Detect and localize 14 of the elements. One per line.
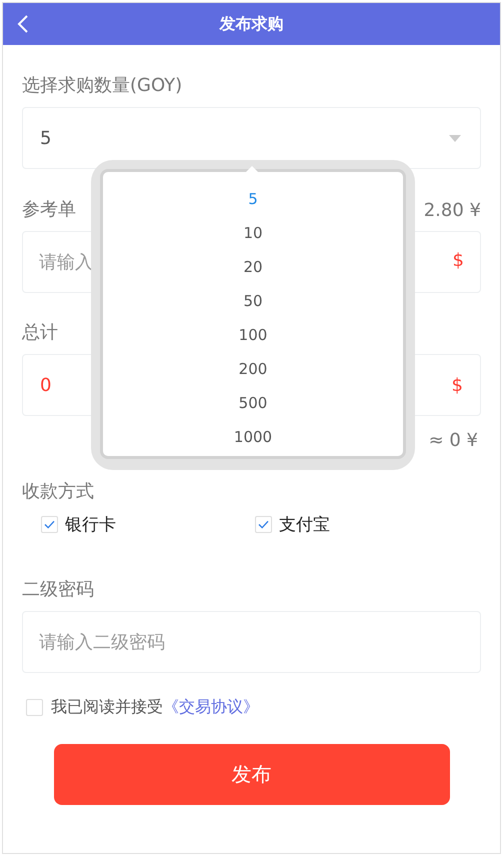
checkbox-label: 支付宝 [279,514,330,536]
checkbox-label: 银行卡 [65,514,116,536]
field-label: 总计 [22,321,58,345]
field-label: 参考单 [22,198,76,222]
field-label: 二级密码 [22,578,94,602]
agreement-text: 我已阅读并接受 [51,697,163,718]
total-value: 0 [40,374,52,396]
currency-symbol: $ [452,374,463,396]
field-label: 选择求购数量(GOY) [22,74,182,98]
page-title: 发布求购 [220,14,284,34]
approx-price: 2.80 ¥ [424,200,481,220]
field-label: 收款方式 [22,480,94,504]
approx-total: ≈ 0 ¥ [428,430,478,451]
currency-symbol: $ [452,250,464,271]
